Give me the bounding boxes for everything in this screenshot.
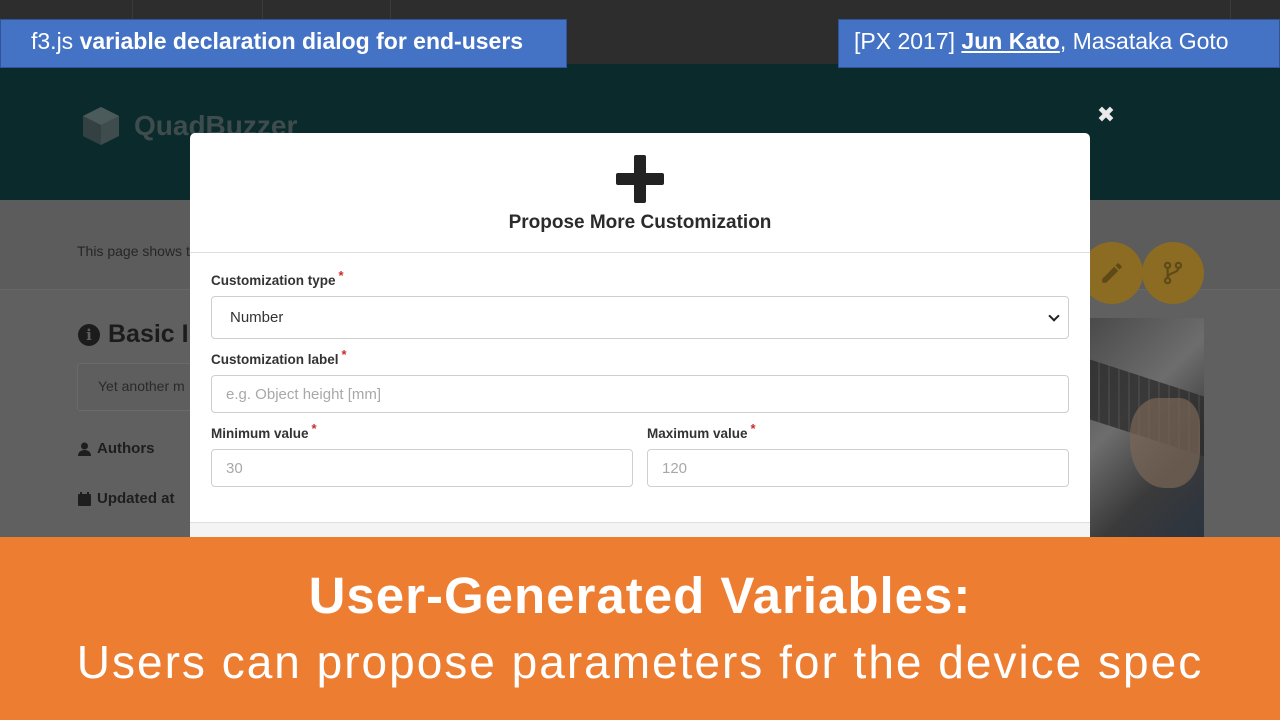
customization-dialog: Propose More Customization Customization… — [190, 133, 1090, 537]
banner-headline: User-Generated Variables: — [308, 567, 972, 624]
minimum-value-input[interactable] — [211, 449, 633, 487]
label-label-text: Customization label — [211, 352, 339, 367]
type-label-text: Customization type — [211, 273, 336, 288]
caption-title: variable declaration dialog for end-user… — [79, 28, 524, 54]
close-icon[interactable]: ✖ — [1096, 104, 1116, 126]
banner-subline: Users can propose parameters for the dev… — [76, 636, 1204, 688]
min-field-label: Minimum value * — [211, 421, 317, 441]
dialog-header: Propose More Customization — [190, 133, 1090, 253]
cube-logo-icon — [83, 107, 119, 145]
updated-label: Updated at — [97, 490, 175, 507]
updated-row: Updated at — [78, 490, 175, 507]
page-description: This page shows t — [77, 243, 190, 259]
fork-button[interactable] — [1142, 242, 1204, 304]
caption-prefix: f3.js — [31, 28, 74, 54]
maximum-value-input[interactable] — [647, 449, 1069, 487]
citation-venue: [PX 2017] — [854, 28, 956, 54]
caption-banner: User-Generated Variables: Users can prop… — [0, 537, 1280, 720]
required-mark: * — [750, 421, 756, 436]
dialog-title: Propose More Customization — [508, 212, 772, 233]
customization-label-input[interactable] — [211, 375, 1069, 413]
section-heading: i Basic In — [78, 320, 204, 349]
max-field-label: Maximum value * — [647, 421, 756, 441]
citation-tag: [PX 2017] Jun Kato, Masataka Goto — [838, 19, 1280, 68]
required-mark: * — [341, 347, 347, 362]
required-mark: * — [338, 268, 344, 283]
citation-author-link[interactable]: Jun Kato — [961, 28, 1059, 54]
authors-label: Authors — [97, 440, 155, 457]
chevron-down-icon — [1048, 310, 1060, 322]
dialog-footer — [190, 523, 1090, 537]
type-select-value: Number — [230, 309, 284, 326]
info-icon: i — [78, 323, 100, 346]
edit-button[interactable] — [1081, 242, 1143, 304]
device-photo — [1090, 318, 1204, 537]
hand-image-detail — [1130, 398, 1200, 488]
type-field-label: Customization type * — [211, 268, 344, 288]
authors-row: Authors — [78, 440, 155, 457]
calendar-icon — [78, 491, 91, 506]
max-label-text: Maximum value — [647, 426, 748, 441]
required-mark: * — [311, 421, 317, 436]
min-label-text: Minimum value — [211, 426, 309, 441]
type-select[interactable]: Number — [211, 296, 1069, 339]
feature-caption-tag: f3.js variable declaration dialog for en… — [0, 19, 567, 68]
label-field-label: Customization label * — [211, 347, 347, 367]
pencil-icon — [1102, 263, 1122, 283]
code-fork-icon — [1163, 261, 1183, 285]
plus-icon — [616, 155, 664, 203]
citation-coauthors: , Masataka Goto — [1059, 28, 1229, 54]
user-icon — [78, 442, 91, 456]
